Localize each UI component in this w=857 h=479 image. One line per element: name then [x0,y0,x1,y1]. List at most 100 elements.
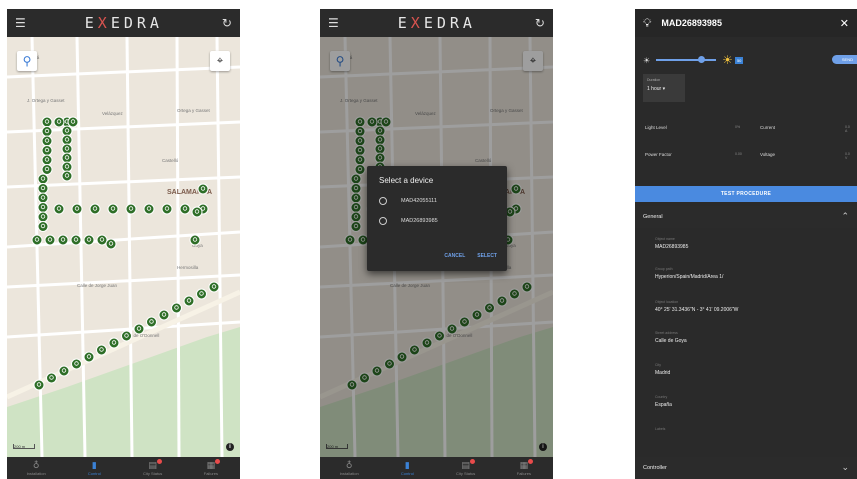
send-button[interactable]: SEND [831,55,857,64]
streetlight-marker[interactable] [57,234,69,246]
app-bar: ☰ EXEDRA ↻ [7,9,240,37]
nav-failures[interactable]: ▦ Failures [499,458,549,476]
streetlight-marker[interactable] [161,203,173,215]
controller-section-header[interactable]: Controller ⌄ [635,457,857,479]
streetlight-marker[interactable] [37,173,49,185]
map-street-label: Ortega y Gasset [177,108,211,113]
streetlight-marker[interactable] [125,203,137,215]
streetlight-marker[interactable] [61,170,73,182]
phone-screen-map: ☰ EXEDRA ↻ J. Ortega y Gasset Velázquez Or… [7,9,240,479]
info-icon[interactable]: i [226,443,234,451]
streetlight-marker[interactable] [179,203,191,215]
nav-installation[interactable]: ♁ Installation [11,461,61,476]
device-option-2[interactable]: MAD26893985 [379,217,495,225]
metric-power-factor: Power Factor 0.00 [645,152,742,157]
detail-header: 💡︎ MAD26893985 ✕ [635,9,857,37]
streetlight-marker[interactable] [58,365,70,377]
streetlight-marker[interactable] [191,206,203,218]
dialog-title: Select a device [379,176,434,185]
dimming-slider[interactable] [656,56,717,63]
streetlight-marker[interactable] [53,116,65,128]
duration-value: 1 hour [647,86,662,92]
slider-handle[interactable] [698,56,706,63]
streetlight-marker[interactable] [71,203,83,215]
streetlight-marker[interactable] [158,309,170,321]
streetlight-marker[interactable] [196,288,207,300]
streetlight-marker[interactable] [71,358,82,370]
nav-city-status[interactable]: ▤ City Status [441,458,491,476]
general-section-header[interactable]: General ⌃ [635,206,857,228]
field-labels: Labels [655,427,666,431]
streetlight-marker[interactable] [67,116,79,128]
radio-icon[interactable] [379,197,387,205]
map-view[interactable]: J. Ortega y Gasset Velázquez Ortega y Gass… [7,37,240,457]
streetlight-marker[interactable] [37,183,49,194]
nav-installation[interactable]: ♁ Installation [324,461,374,476]
refresh-icon[interactable]: ↻ [222,16,232,30]
streetlight-marker[interactable] [41,145,53,156]
streetlight-marker[interactable] [107,203,119,215]
menu-icon[interactable]: ☰ [15,16,26,30]
map-street-label: Castelló [162,158,179,163]
streetlight-marker[interactable] [41,116,53,128]
streetlight-marker[interactable] [89,203,101,215]
streetlight-marker[interactable] [121,330,132,342]
nav-city-status[interactable]: ▤ City Status [128,458,178,476]
streetlight-marker[interactable] [46,372,57,384]
device-name: MAD26893985 [661,18,722,28]
streetlight-marker[interactable] [189,234,201,246]
failures-icon: ▦ [520,458,534,471]
radio-icon[interactable] [379,217,387,225]
streetlight-marker[interactable] [70,234,82,246]
metric-light-level: Light Level 0% [645,125,741,130]
phone-screen-device-detail: 💡︎ MAD26893985 ✕ ☀ ☀ 50 SEND Duration 1 … [635,9,857,479]
streetlight-marker[interactable] [33,379,45,391]
streetlight-marker[interactable] [197,183,209,195]
streetlight-marker[interactable] [44,234,56,246]
close-icon[interactable]: ✕ [840,17,849,30]
control-icon: ▮ [91,460,97,471]
streetlight-marker[interactable] [41,126,53,137]
streetlight-marker[interactable] [96,344,107,356]
streetlight-marker[interactable] [143,203,155,215]
streetlight-marker[interactable] [41,135,53,147]
field-object-location: Object location 40° 25' 31.3436"N - 3° 41… [655,300,739,313]
streetlight-marker[interactable] [31,234,43,246]
streetlight-marker[interactable] [171,302,182,314]
streetlight-marker[interactable] [37,211,49,223]
bulb-icon: ♁ [32,460,40,471]
nav-control[interactable]: ▮ Control [382,461,432,476]
streetlight-marker[interactable] [37,192,49,204]
streetlight-marker[interactable] [108,337,120,349]
streetlight-marker[interactable] [146,316,157,328]
streetlight-marker[interactable] [53,203,65,215]
search-icon[interactable]: ⚲ [17,51,37,71]
streetlight-marker[interactable] [208,281,220,293]
nav-control[interactable]: ▮ Control [69,461,119,476]
streetlight-marker[interactable] [37,221,49,232]
test-procedure-button[interactable]: TEST PROCEDURE [635,186,857,202]
sun-large-icon: ☀ [722,53,733,67]
menu-icon[interactable]: ☰ [328,16,339,30]
dim-value-badge: 50 [734,56,744,64]
streetlight-marker[interactable] [37,202,49,213]
streetlight-marker[interactable] [83,234,95,246]
nav-failures[interactable]: ▦ Failures [186,458,236,476]
refresh-icon[interactable]: ↻ [535,16,545,30]
streetlight-marker[interactable] [183,295,195,307]
streetlight-marker[interactable] [41,164,53,175]
streetlight-marker[interactable] [41,154,53,166]
device-option-1[interactable]: MAD42055111 [379,197,495,205]
streetlight-marker[interactable] [83,351,95,363]
map-canvas[interactable]: J. Ortega y Gasset Velázquez Ortega y Gass… [7,37,240,457]
streetlight-marker[interactable] [96,234,108,246]
duration-select[interactable]: Duration 1 hour ▾ [643,74,685,102]
cancel-button[interactable]: CANCEL [444,253,465,259]
locate-icon[interactable]: ⌖ [210,51,230,71]
app-logo: EXEDRA [397,14,476,32]
select-button[interactable]: SELECT [477,253,497,259]
streetlight-marker[interactable] [105,238,117,250]
field-group-path: Group path Hyperion/Spain/Madrid/Area 1/ [655,267,724,280]
streetlight-marker[interactable] [133,323,145,335]
dimming-control: ☀ ☀ 50 SEND [643,53,857,67]
